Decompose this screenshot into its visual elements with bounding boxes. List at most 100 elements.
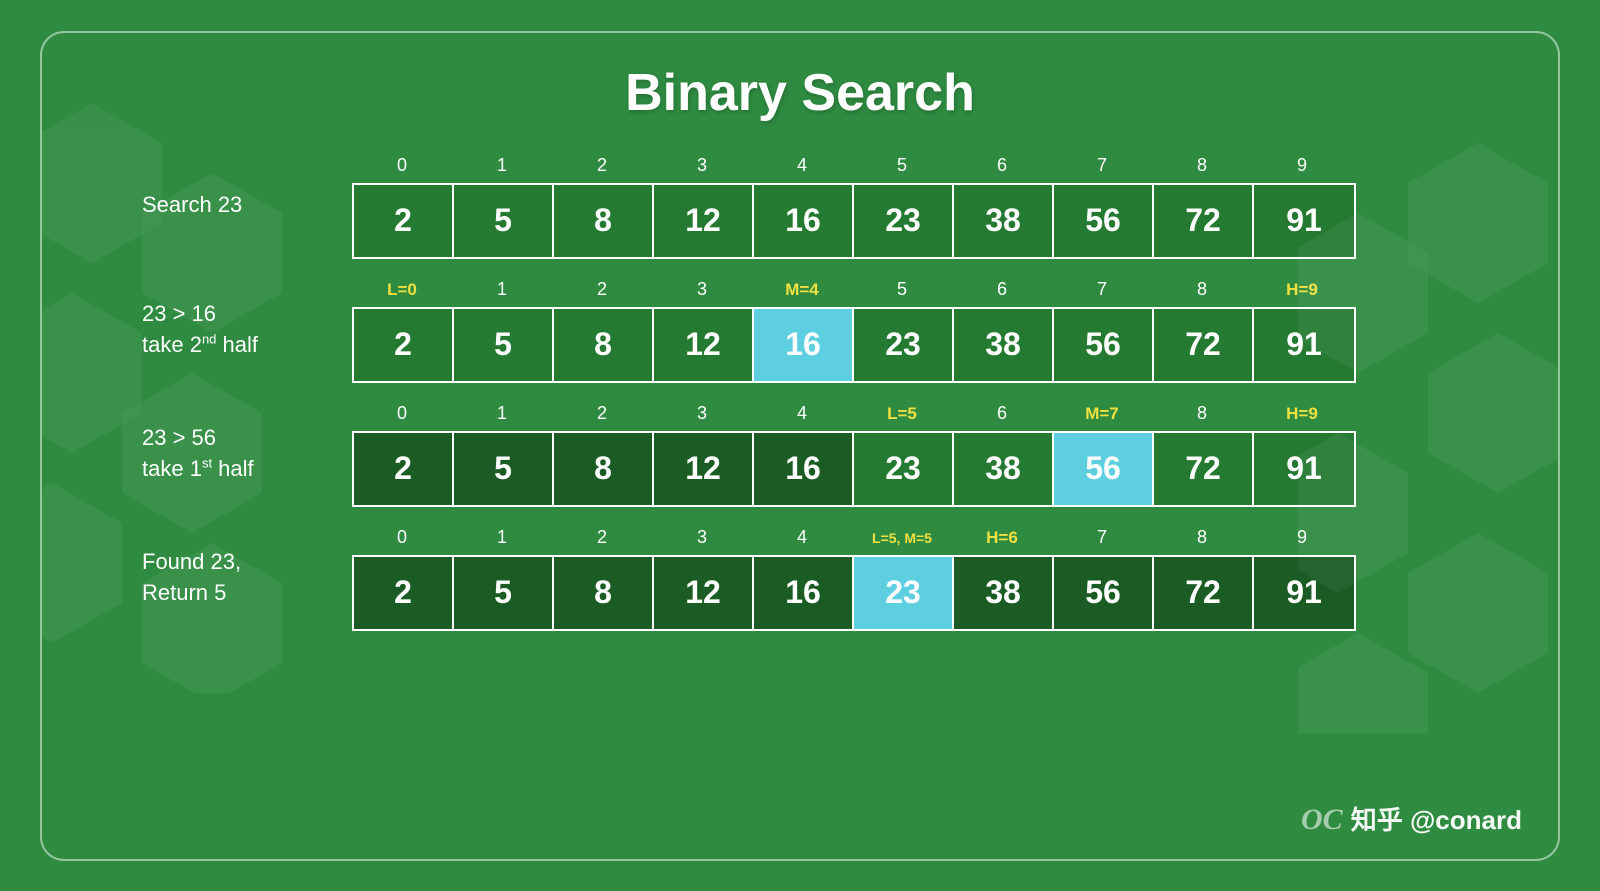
index-0-8: 8 <box>1152 153 1252 179</box>
cell-2-0: 2 <box>354 433 454 505</box>
cell-0-4: 16 <box>754 185 854 257</box>
index-2-5: L=5 <box>852 401 952 427</box>
cell-2-6: 38 <box>954 433 1054 505</box>
index-3-7: 7 <box>1052 525 1152 551</box>
index-3-9: 9 <box>1252 525 1352 551</box>
cell-2-9: 91 <box>1254 433 1354 505</box>
content-area: Search 23 0 1 2 3 4 5 6 7 8 9 2 5 8 <box>82 153 1518 631</box>
index-row-0: 0 1 2 3 4 5 6 7 8 9 <box>352 153 1356 179</box>
cell-1-8: 72 <box>1154 309 1254 381</box>
cell-0-5: 23 <box>854 185 954 257</box>
cell-2-8: 72 <box>1154 433 1254 505</box>
row-label-2: 23 > 56take 1st half <box>142 423 322 485</box>
index-3-5: L=5, M=5 <box>852 525 952 551</box>
row-label-0: Search 23 <box>142 190 322 221</box>
index-0-7: 7 <box>1052 153 1152 179</box>
index-2-3: 3 <box>652 401 752 427</box>
cells-row-1: 2 5 8 12 16 23 38 56 72 91 <box>352 307 1356 383</box>
index-1-1: 1 <box>452 277 552 303</box>
index-0-5: 5 <box>852 153 952 179</box>
array-block-3: 0 1 2 3 4 L=5, M=5 H=6 7 8 9 2 5 8 12 16 <box>352 525 1356 631</box>
cell-3-4: 16 <box>754 557 854 629</box>
index-2-0: 0 <box>352 401 452 427</box>
cell-3-0: 2 <box>354 557 454 629</box>
cell-3-9: 91 <box>1254 557 1354 629</box>
index-row-2: 0 1 2 3 4 L=5 6 M=7 8 H=9 <box>352 401 1356 427</box>
row-group-0: Search 23 0 1 2 3 4 5 6 7 8 9 2 5 8 <box>142 153 1356 259</box>
index-0-4: 4 <box>752 153 852 179</box>
cell-1-2: 8 <box>554 309 654 381</box>
cell-3-5: 23 <box>854 557 954 629</box>
cell-0-8: 72 <box>1154 185 1254 257</box>
cell-2-7: 56 <box>1054 433 1154 505</box>
index-1-5: 5 <box>852 277 952 303</box>
index-0-0: 0 <box>352 153 452 179</box>
array-block-0: 0 1 2 3 4 5 6 7 8 9 2 5 8 12 16 <box>352 153 1356 259</box>
cell-1-0: 2 <box>354 309 454 381</box>
cell-2-4: 16 <box>754 433 854 505</box>
index-3-2: 2 <box>552 525 652 551</box>
index-3-1: 1 <box>452 525 552 551</box>
index-2-8: 8 <box>1152 401 1252 427</box>
index-0-2: 2 <box>552 153 652 179</box>
cells-row-3: 2 5 8 12 16 23 38 56 72 91 <box>352 555 1356 631</box>
index-2-7: M=7 <box>1052 401 1152 427</box>
index-1-8: 8 <box>1152 277 1252 303</box>
cell-3-8: 72 <box>1154 557 1254 629</box>
row-group-1: 23 > 16take 2nd half L=0 1 2 3 M=4 5 6 7… <box>142 277 1356 383</box>
page-title: Binary Search <box>625 63 975 123</box>
index-3-3: 3 <box>652 525 752 551</box>
index-0-1: 1 <box>452 153 552 179</box>
cell-3-6: 38 <box>954 557 1054 629</box>
index-1-0: L=0 <box>352 277 452 303</box>
array-block-2: 0 1 2 3 4 L=5 6 M=7 8 H=9 2 5 8 12 16 <box>352 401 1356 507</box>
cell-3-1: 5 <box>454 557 554 629</box>
cell-0-7: 56 <box>1054 185 1154 257</box>
cell-0-1: 5 <box>454 185 554 257</box>
row-group-3: Found 23,Return 5 0 1 2 3 4 L=5, M=5 H=6… <box>142 525 1356 631</box>
cell-2-3: 12 <box>654 433 754 505</box>
cell-0-0: 2 <box>354 185 454 257</box>
cell-1-4: 16 <box>754 309 854 381</box>
cell-3-2: 8 <box>554 557 654 629</box>
cell-1-3: 12 <box>654 309 754 381</box>
cell-2-5: 23 <box>854 433 954 505</box>
cell-2-2: 8 <box>554 433 654 505</box>
cell-1-6: 38 <box>954 309 1054 381</box>
cell-3-3: 12 <box>654 557 754 629</box>
cell-0-3: 12 <box>654 185 754 257</box>
cell-0-6: 38 <box>954 185 1054 257</box>
index-1-9: H=9 <box>1252 277 1352 303</box>
row-group-2: 23 > 56take 1st half 0 1 2 3 4 L=5 6 M=7… <box>142 401 1356 507</box>
cells-row-0: 2 5 8 12 16 23 38 56 72 91 <box>352 183 1356 259</box>
index-2-6: 6 <box>952 401 1052 427</box>
index-2-2: 2 <box>552 401 652 427</box>
index-1-2: 2 <box>552 277 652 303</box>
cell-0-9: 91 <box>1254 185 1354 257</box>
index-3-0: 0 <box>352 525 452 551</box>
index-3-4: 4 <box>752 525 852 551</box>
index-3-8: 8 <box>1152 525 1252 551</box>
cell-1-1: 5 <box>454 309 554 381</box>
row-label-3: Found 23,Return 5 <box>142 547 322 609</box>
array-block-1: L=0 1 2 3 M=4 5 6 7 8 H=9 2 5 8 12 16 <box>352 277 1356 383</box>
index-0-3: 3 <box>652 153 752 179</box>
index-row-1: L=0 1 2 3 M=4 5 6 7 8 H=9 <box>352 277 1356 303</box>
index-1-7: 7 <box>1052 277 1152 303</box>
cells-row-2: 2 5 8 12 16 23 38 56 72 91 <box>352 431 1356 507</box>
index-1-4: M=4 <box>752 277 852 303</box>
cell-2-1: 5 <box>454 433 554 505</box>
svg-text:OC: OC <box>1301 803 1343 836</box>
index-1-3: 3 <box>652 277 752 303</box>
index-0-9: 9 <box>1252 153 1352 179</box>
index-row-3: 0 1 2 3 4 L=5, M=5 H=6 7 8 9 <box>352 525 1356 551</box>
watermark-text: 知乎 @conard <box>1351 800 1522 837</box>
index-1-6: 6 <box>952 277 1052 303</box>
cell-0-2: 8 <box>554 185 654 257</box>
index-2-4: 4 <box>752 401 852 427</box>
index-2-1: 1 <box>452 401 552 427</box>
cell-1-9: 91 <box>1254 309 1354 381</box>
main-card: Binary Search Search 23 0 1 2 3 4 5 6 7 … <box>40 31 1560 861</box>
index-2-9: H=9 <box>1252 401 1352 427</box>
watermark: OC 知乎 @conard <box>1299 797 1522 841</box>
